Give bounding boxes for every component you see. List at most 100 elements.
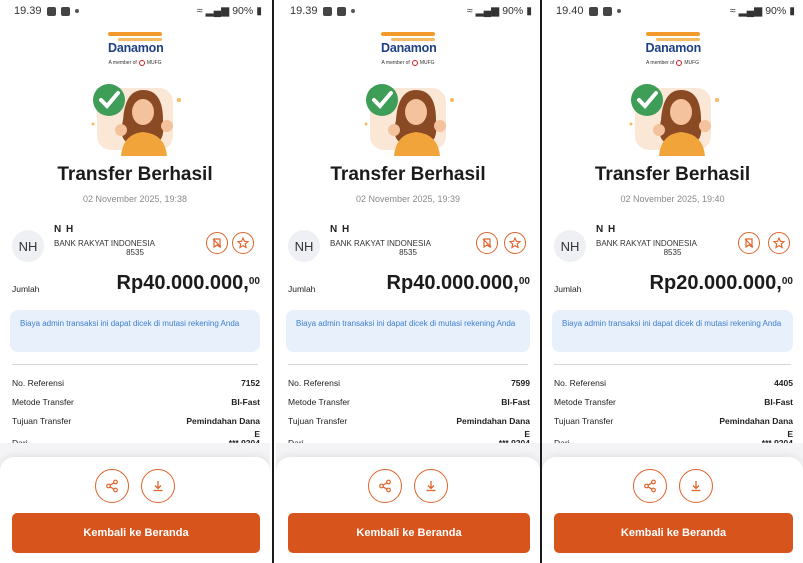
detail-row-reference: No. Referensi 4405 <box>542 373 803 392</box>
divider <box>288 364 528 365</box>
recipient-bank: BANK RAKYAT INDONESIA <box>54 239 155 248</box>
share-button[interactable] <box>368 469 402 503</box>
divider <box>554 364 791 365</box>
share-actions <box>95 469 175 503</box>
amount-label: Jumlah <box>12 284 40 294</box>
avatar: NH <box>554 230 586 262</box>
recipient-name: N H <box>596 224 617 235</box>
transaction-date: 02 November 2025, 19:39 <box>355 194 461 204</box>
share-actions <box>368 469 448 503</box>
phone-screen: 19.40 ≈ ▂▄▆ 90% ▮ Danamon A member of MU… <box>542 0 803 563</box>
amount-row: Jumlah Rp20.000.000,00 <box>542 272 803 304</box>
amount-row: Jumlah Rp40.000.000,00 <box>276 272 540 304</box>
bottom-action-panel: Kembali ke Beranda <box>0 457 270 563</box>
chat-icon <box>60 6 70 16</box>
danamon-logo: Danamon A member of MUFG <box>276 32 540 66</box>
favorite-button[interactable] <box>768 232 790 254</box>
bookmark-off-icon <box>744 238 754 249</box>
save-contact-button[interactable] <box>206 232 228 254</box>
wifi-icon: ≈ <box>466 5 473 17</box>
reference-number: 7152 <box>241 378 260 388</box>
share-button[interactable] <box>632 469 667 503</box>
notification-dot-icon <box>616 9 621 13</box>
recipient-name: N H <box>330 224 351 235</box>
detail-row-reference: No. Referensi 7599 <box>276 373 540 392</box>
signal-icon: ▂▄▆ <box>205 5 230 17</box>
recipient-account: 8535 <box>126 248 144 257</box>
chat-icon <box>336 6 346 16</box>
transfer-amount: Rp20.000.000,00 <box>649 272 793 294</box>
battery-percent: 90% <box>765 5 787 17</box>
status-time: 19.40 <box>556 5 584 17</box>
save-contact-button[interactable] <box>476 232 498 254</box>
status-time: 19.39 <box>14 5 42 17</box>
save-contact-button[interactable] <box>738 232 760 254</box>
detail-label: Metode Transfer <box>12 397 74 407</box>
logo-tagline: A member of MUFG <box>645 60 700 66</box>
detail-label: Metode Transfer <box>288 397 350 407</box>
transfer-purpose: Pemindahan Dana <box>456 416 530 426</box>
download-button[interactable] <box>141 469 175 503</box>
phone-screen: 19.39 ≈ ▂▄▆ 90% ▮ Danamon A member of MU… <box>276 0 540 563</box>
mufg-icon <box>411 60 418 66</box>
download-button[interactable] <box>414 469 448 503</box>
recipient-bank: BANK RAKYAT INDONESIA <box>596 239 697 248</box>
recipient-account: 8535 <box>663 248 682 257</box>
detail-label: Tujuan Transfer <box>554 416 614 426</box>
mufg-icon <box>676 60 683 66</box>
screenshot-collage: 19.39 ≈ ▂▄▆ 90% ▮ Danamon A member of MU… <box>0 0 803 563</box>
transfer-amount: Rp40.000.000,00 <box>116 272 260 294</box>
status-bar: 19.39 ≈ ▂▄▆ 90% ▮ <box>276 0 540 22</box>
favorite-button[interactable] <box>232 232 254 254</box>
gallery-icon <box>588 6 598 16</box>
back-to-home-button[interactable]: Kembali ke Beranda <box>12 513 260 553</box>
detail-label: No. Referensi <box>288 378 340 388</box>
amount-row: Jumlah Rp40.000.000,00 <box>0 272 270 304</box>
status-right: ≈ ▂▄▆ 90% ▮ <box>197 5 262 17</box>
status-time: 19.39 <box>290 5 318 17</box>
admin-fee-notice: Biaya admin transaksi ini dapat dicek di… <box>10 310 260 352</box>
download-button[interactable] <box>678 469 713 503</box>
detail-row-method: Metode Transfer BI-Fast <box>0 392 270 411</box>
battery-icon: ▮ <box>526 5 532 17</box>
back-to-home-button[interactable]: Kembali ke Beranda <box>288 513 530 553</box>
wifi-icon: ≈ <box>729 5 736 17</box>
star-icon <box>773 237 785 249</box>
transfer-purpose: Pemindahan Dana <box>719 416 793 426</box>
share-icon <box>379 479 391 493</box>
back-to-home-button[interactable]: Kembali ke Beranda <box>554 513 793 553</box>
success-illustration <box>75 80 195 156</box>
avatar: NH <box>288 230 320 262</box>
recipient-account: 8535 <box>399 248 417 257</box>
detail-label: Tujuan Transfer <box>12 416 72 426</box>
detail-label: Metode Transfer <box>554 397 616 407</box>
share-button[interactable] <box>95 469 129 503</box>
detail-row-method: Metode Transfer BI-Fast <box>276 392 540 411</box>
notification-dot-icon <box>74 9 79 13</box>
transaction-date: 02 November 2025, 19:38 <box>82 194 188 204</box>
logo-text: Danamon <box>381 41 437 55</box>
battery-icon: ▮ <box>789 5 795 17</box>
amount-cents: 00 <box>781 276 793 287</box>
gallery-icon <box>46 6 56 16</box>
page-title: Transfer Berhasil <box>594 164 751 185</box>
star-icon <box>237 237 249 249</box>
gallery-icon <box>322 6 332 16</box>
transfer-amount: Rp40.000.000,00 <box>386 272 530 294</box>
status-bar: 19.39 ≈ ▂▄▆ 90% ▮ <box>0 0 270 22</box>
success-illustration <box>348 80 468 156</box>
status-left: 19.40 <box>556 5 621 17</box>
recipient-card: NH N H BANK RAKYAT INDONESIA 8535 <box>0 222 270 266</box>
recipient-bank: BANK RAKYAT INDONESIA <box>330 239 431 248</box>
detail-label: No. Referensi <box>12 378 64 388</box>
success-illustration <box>613 80 733 156</box>
reference-number: 7599 <box>511 378 530 388</box>
battery-percent: 90% <box>502 5 524 17</box>
favorite-button[interactable] <box>504 232 526 254</box>
chat-icon <box>602 6 612 16</box>
transaction-date: 02 November 2025, 19:40 <box>620 194 725 204</box>
detail-label: No. Referensi <box>554 378 606 388</box>
detail-row-purpose: Tujuan Transfer Pemindahan Dana <box>0 411 270 430</box>
admin-fee-notice: Biaya admin transaksi ini dapat dicek di… <box>286 310 530 352</box>
detail-row-purpose: Tujuan Transfer Pemindahan Dana <box>276 411 540 430</box>
